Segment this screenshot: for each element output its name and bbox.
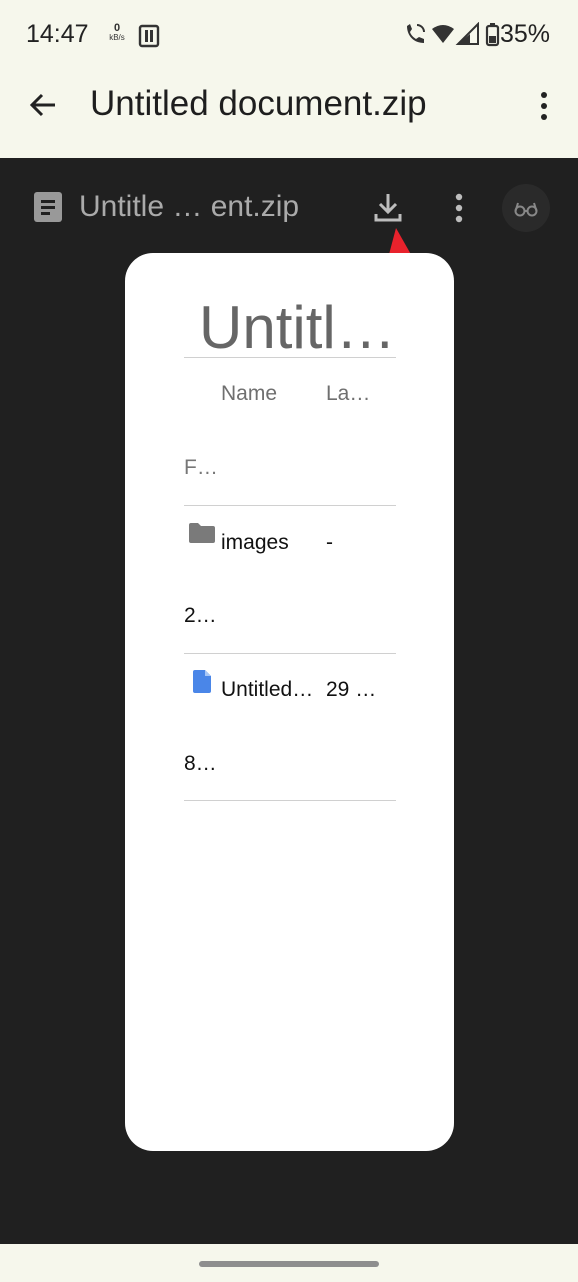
download-icon[interactable] bbox=[370, 190, 406, 226]
row-modified: 29 … bbox=[326, 678, 377, 701]
row-name: Untitled… bbox=[221, 678, 314, 701]
google-doc-icon bbox=[193, 670, 211, 693]
account-avatar[interactable] bbox=[502, 184, 550, 232]
network-speed-value: 0 bbox=[113, 22, 121, 34]
status-time: 14:47 bbox=[26, 20, 89, 48]
row-name: images bbox=[221, 531, 289, 554]
folder-icon bbox=[189, 523, 215, 543]
divider bbox=[184, 653, 396, 654]
zip-preview-page: Untitl… Name La… F… images - 2… Untitled… bbox=[125, 253, 454, 1151]
more-options-icon[interactable] bbox=[530, 90, 558, 122]
divider bbox=[184, 505, 396, 506]
divider bbox=[184, 357, 396, 358]
navigation-bar bbox=[0, 1244, 578, 1282]
row-size: 2… bbox=[184, 604, 217, 627]
document-icon bbox=[34, 192, 62, 222]
table-cell-truncated: F… bbox=[184, 456, 218, 479]
battery-percentage: 35% bbox=[500, 20, 551, 48]
cell-signal-icon bbox=[455, 22, 479, 45]
network-speed: 0 kB/s bbox=[104, 22, 130, 43]
battery-icon bbox=[485, 23, 500, 47]
glasses-icon bbox=[514, 202, 538, 217]
sim-card-icon bbox=[138, 24, 160, 48]
wifi-icon bbox=[432, 25, 454, 43]
viewer-file-name: Untitle … ent.zip bbox=[79, 190, 300, 223]
app-bar: Untitled document.zip bbox=[0, 70, 578, 158]
divider bbox=[184, 800, 396, 801]
preview-title: Untitl… bbox=[199, 294, 396, 361]
viewer-toolbar: Untitle … ent.zip bbox=[0, 160, 578, 252]
back-arrow-icon[interactable] bbox=[28, 90, 58, 120]
top-bar: 14:47 0 kB/s 35% Untitled document.zip bbox=[0, 0, 578, 158]
status-bar: 14:47 0 kB/s 35% bbox=[0, 0, 578, 70]
viewer-more-options-icon[interactable] bbox=[446, 190, 472, 226]
status-icons bbox=[407, 22, 500, 47]
app-title: Untitled document.zip bbox=[90, 84, 427, 123]
network-speed-unit: kB/s bbox=[109, 33, 125, 42]
column-header-name: Name bbox=[221, 382, 278, 405]
wifi-calling-icon bbox=[407, 24, 425, 43]
column-header-last-modified: La… bbox=[326, 382, 371, 405]
row-modified: - bbox=[326, 531, 333, 554]
gesture-handle[interactable] bbox=[199, 1261, 379, 1267]
row-size: 8… bbox=[184, 752, 217, 775]
